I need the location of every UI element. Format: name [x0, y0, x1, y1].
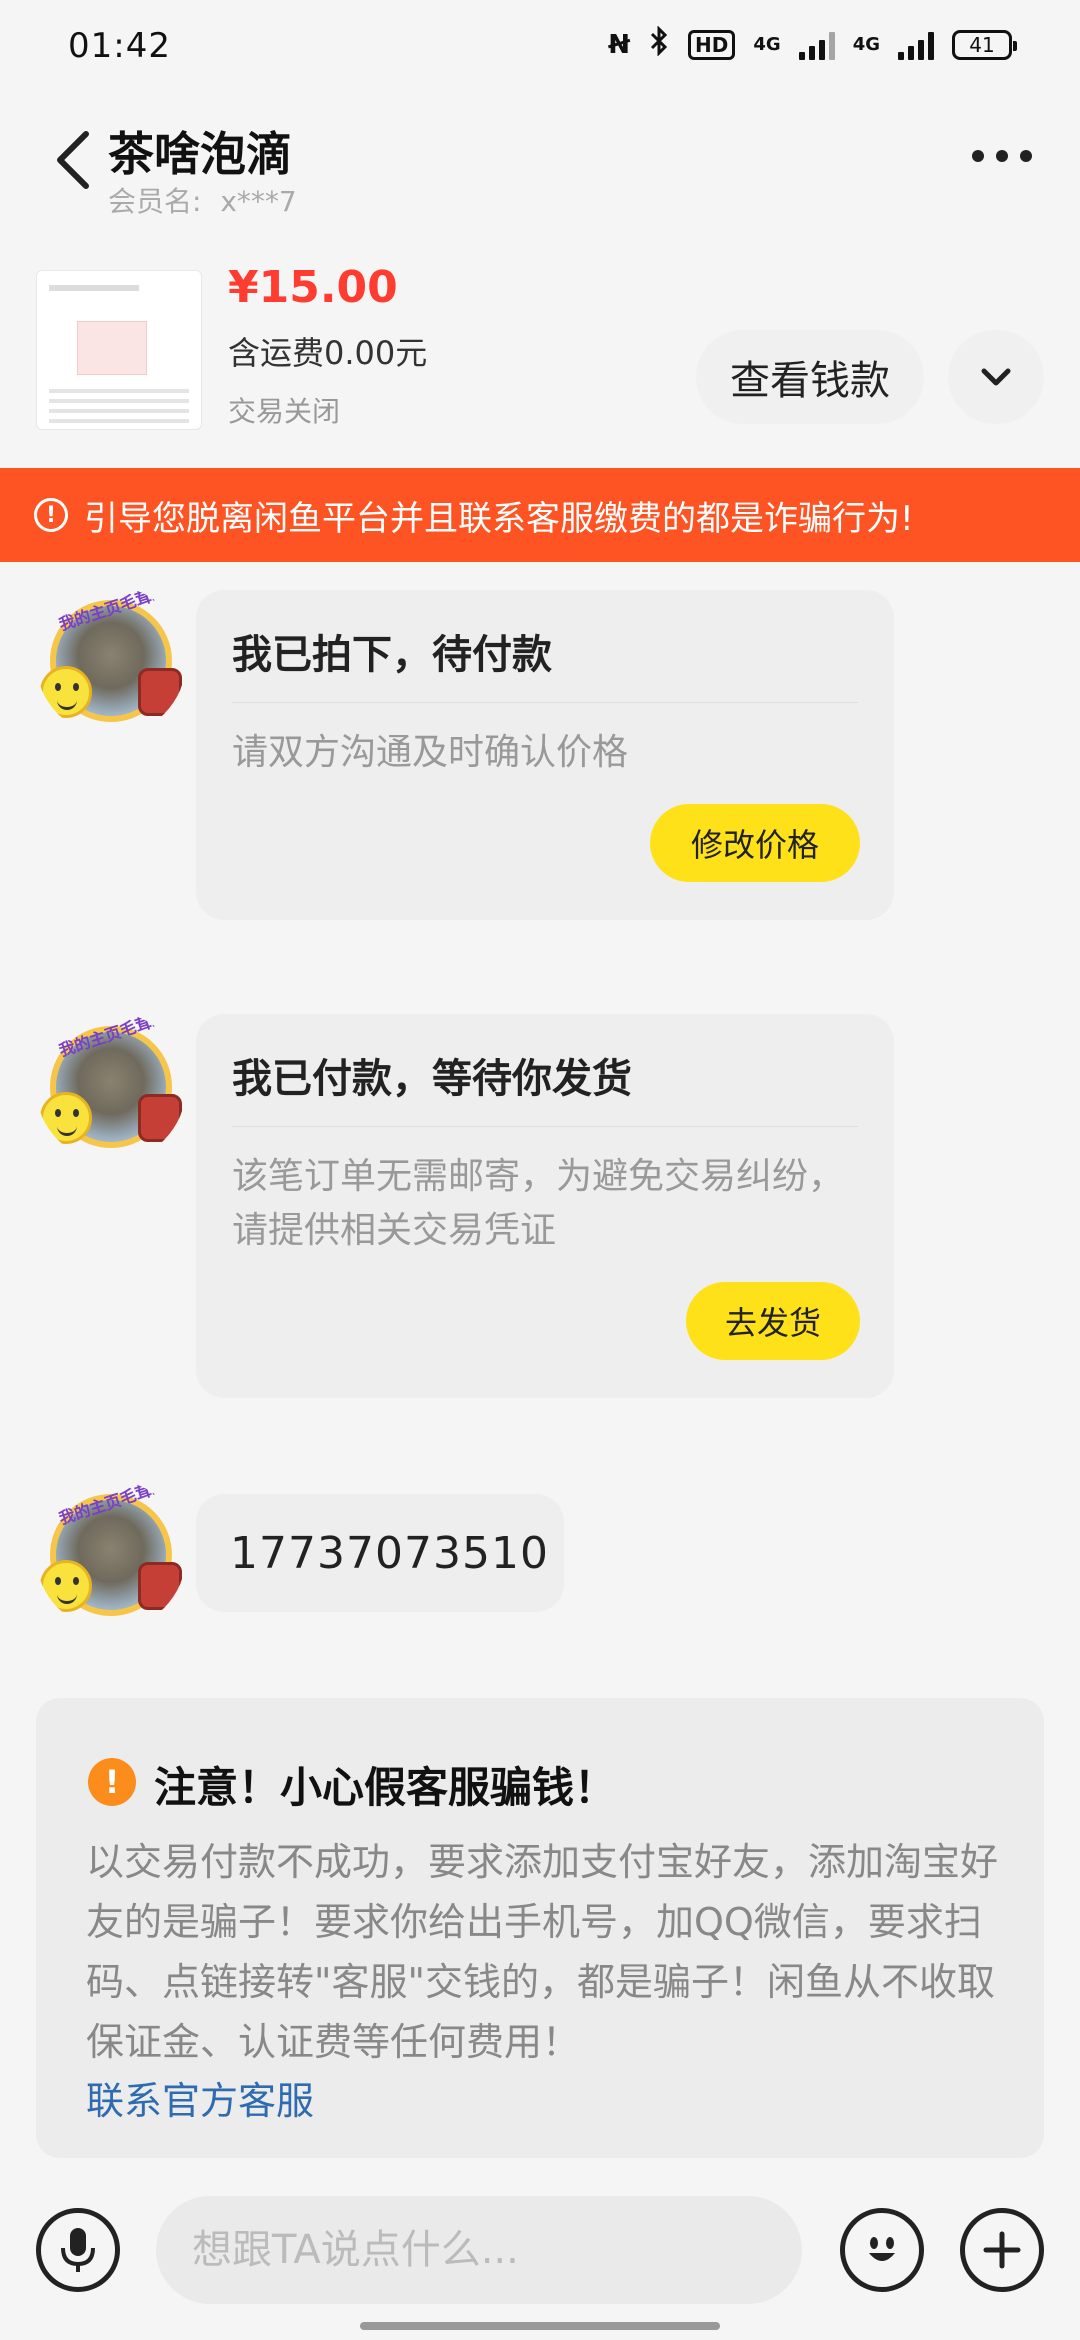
battery-icon: 41	[952, 29, 1017, 60]
status-time: 01:42	[68, 26, 171, 66]
signal-icon-1	[798, 30, 835, 60]
product-price: ¥15.00	[228, 262, 398, 313]
status-icons: Ꞥ HD 4G 4G 41	[608, 25, 1017, 63]
avatar[interactable]: 我的主页毛茸茸的	[36, 1012, 186, 1162]
battery-level: 41	[969, 32, 995, 57]
member-value: x***7	[220, 185, 297, 218]
divider	[232, 1126, 858, 1127]
more-options-icon[interactable]	[972, 150, 1032, 162]
member-name: 会员名: x***7	[108, 180, 297, 220]
status-bar: 01:42 Ꞥ HD 4G 4G 41	[0, 0, 1080, 96]
emoji-button[interactable]	[840, 2208, 924, 2292]
trade-status: 交易关闭	[228, 395, 341, 428]
ship-button[interactable]: 去发货	[686, 1282, 860, 1360]
hd-icon: HD	[688, 29, 736, 60]
fraud-warning-text: 引导您脱离闲鱼平台并且联系客服缴费的都是诈骗行为!	[84, 498, 914, 539]
alert-icon: !	[88, 1758, 136, 1806]
signal-icon-2	[898, 30, 934, 60]
view-money-button[interactable]: 查看钱款	[696, 330, 924, 424]
message-title: 我已拍下，待付款	[232, 632, 552, 678]
order-message-card: 我已拍下，待付款 请双方沟通及时确认价格 修改价格	[196, 590, 894, 920]
message-title: 我已付款，等待你发货	[232, 1056, 632, 1102]
fraud-warning-banner: ! 引导您脱离闲鱼平台并且联系客服缴费的都是诈骗行为!	[0, 468, 1080, 562]
more-actions-button[interactable]	[960, 2208, 1044, 2292]
network-label-2: 4G	[852, 34, 880, 55]
microphone-icon	[61, 2228, 95, 2272]
plus-icon	[983, 2231, 1021, 2269]
notice-title: 注意！小心假客服骗钱！	[154, 1763, 617, 1812]
avatar[interactable]: 我的主页毛茸茸的	[36, 586, 186, 736]
contact-official-service-link[interactable]: 联系官方客服	[86, 2070, 314, 2125]
chat-title: 茶啥泡滴	[108, 127, 292, 181]
home-indicator[interactable]	[360, 2322, 720, 2330]
shipping-fee: 含运费0.00元	[228, 334, 428, 372]
warning-icon: !	[34, 498, 68, 532]
message-desc: 该笔订单无需邮寄，为避免交易纠纷，请提供相关交易凭证	[232, 1156, 845, 1251]
network-label-1: 4G	[753, 34, 781, 55]
scam-notice-card: ! 注意！小心假客服骗钱！ 以交易付款不成功，要求添加支付宝好友，添加淘宝好友的…	[36, 1698, 1044, 2158]
phone-number-message[interactable]: 17737073510	[196, 1494, 564, 1612]
voice-button[interactable]	[36, 2208, 120, 2292]
divider	[232, 702, 858, 703]
expand-button[interactable]	[948, 330, 1044, 424]
bluetooth-icon	[648, 25, 670, 63]
chevron-down-icon	[981, 368, 1011, 386]
back-icon[interactable]	[50, 128, 98, 192]
modify-price-button[interactable]: 修改价格	[650, 804, 860, 882]
member-prefix: 会员名:	[108, 185, 202, 218]
avatar[interactable]: 我的主页毛茸茸的	[36, 1480, 186, 1630]
nfc-icon: Ꞥ	[608, 29, 631, 60]
order-message-card: 我已付款，等待你发货 该笔订单无需邮寄，为避免交易纠纷，请提供相关交易凭证 去发…	[196, 1014, 894, 1398]
message-input[interactable]	[156, 2196, 802, 2304]
message-desc: 请双方沟通及时确认价格	[232, 732, 629, 773]
notice-body: 以交易付款不成功，要求添加支付宝好友，添加淘宝好友的是骗子！要求你给出手机号，加…	[86, 1840, 999, 2064]
smiley-icon	[869, 2237, 895, 2261]
product-thumbnail[interactable]	[36, 270, 202, 430]
